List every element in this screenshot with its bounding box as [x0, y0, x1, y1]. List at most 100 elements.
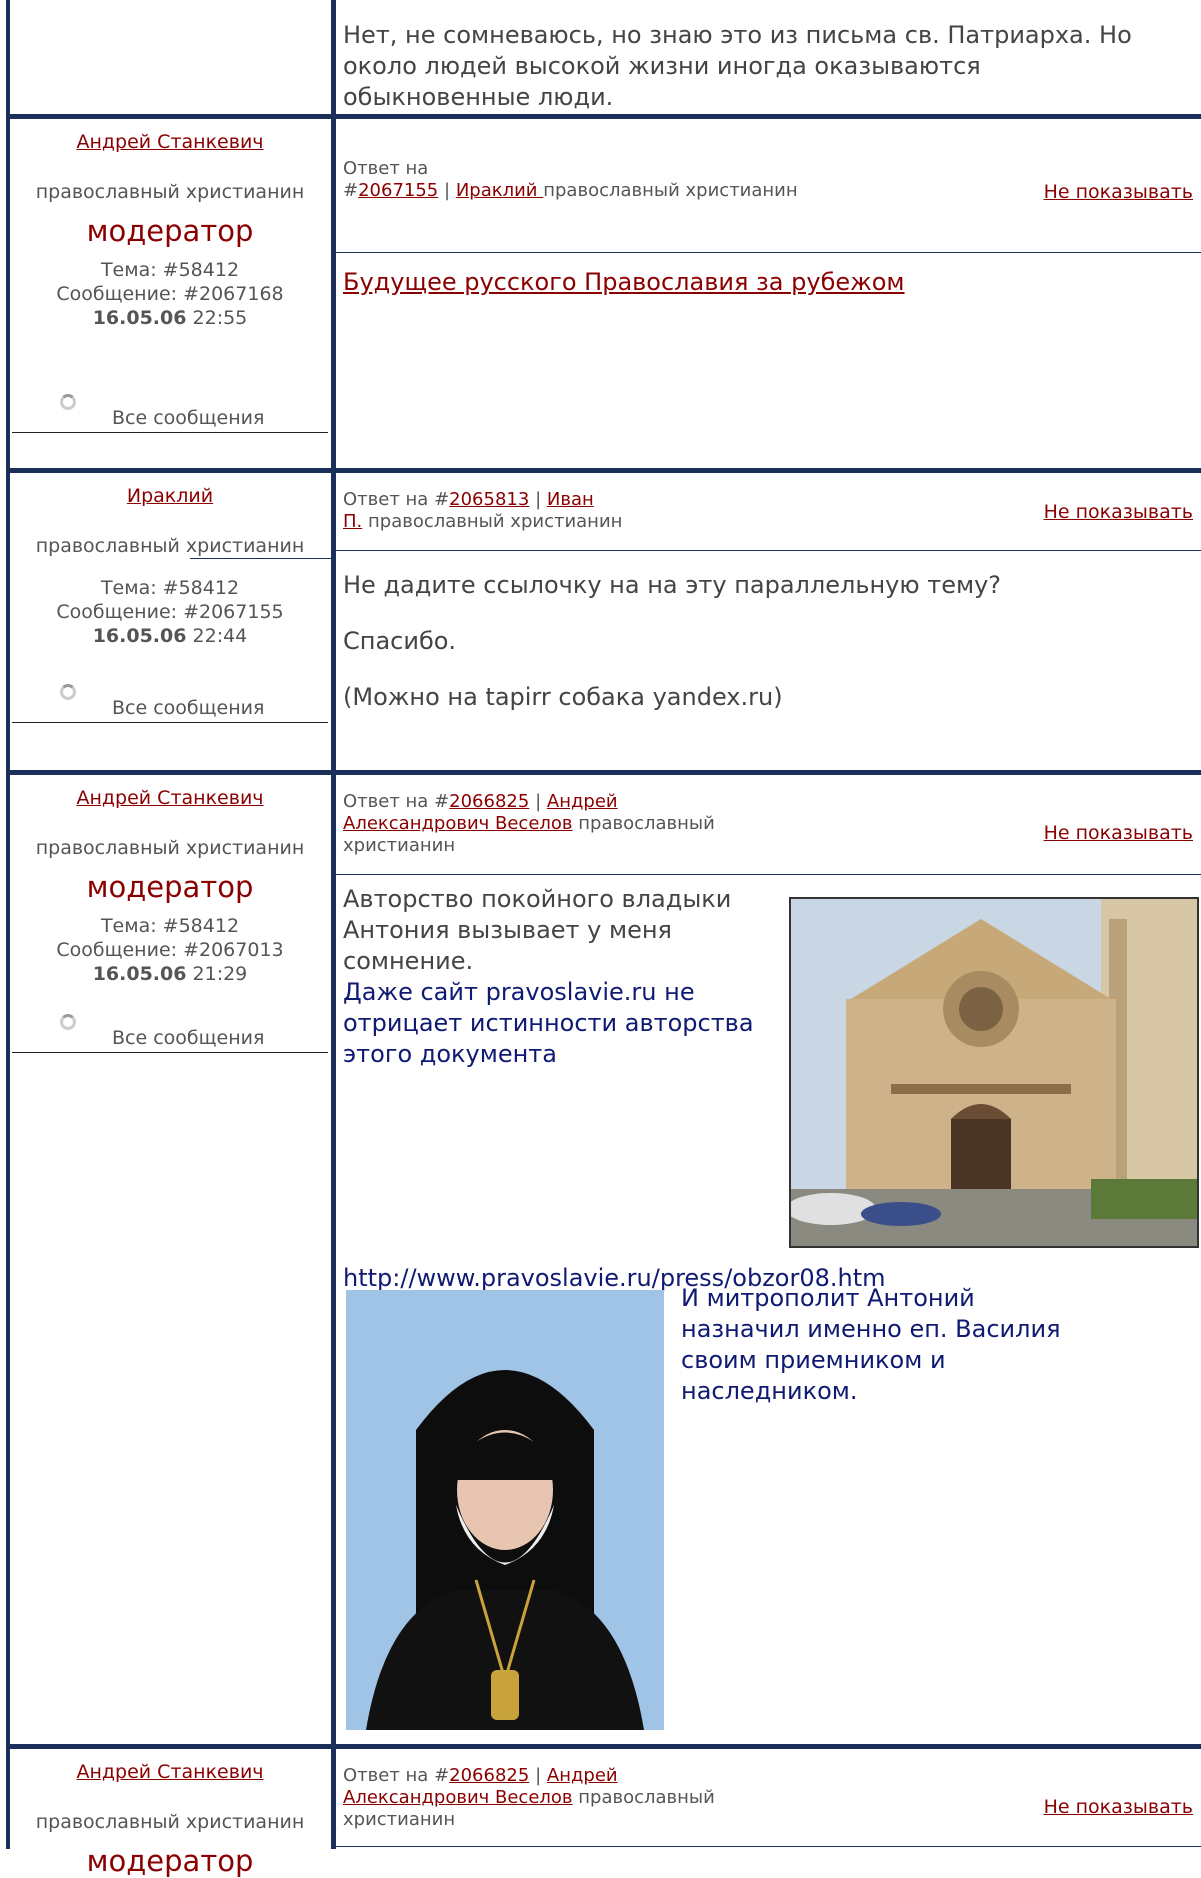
- reply-author-role: православный христианин: [368, 511, 623, 532]
- divider: [12, 722, 328, 723]
- post-date: 16.05.06: [92, 625, 187, 647]
- post-separator: [6, 1744, 1201, 1749]
- answer-text-2: И митрополит Антоний назначил именно еп.…: [681, 1283, 1101, 1407]
- hide-post-link[interactable]: Не показывать: [1044, 181, 1193, 203]
- reply-author-role-cont: христианин: [343, 835, 456, 856]
- author-role: православный христианин: [35, 181, 305, 203]
- post-separator: [6, 770, 1201, 775]
- bishop-photo: [346, 1290, 664, 1730]
- post-time: 22:44: [192, 625, 248, 647]
- post-time: 21:29: [192, 963, 248, 985]
- reply-author-link-cont[interactable]: Александрович Веселов: [343, 1787, 573, 1808]
- post-author-cell: Андрей Станкевич православный христианин…: [12, 780, 328, 986]
- frame-column-divider: [331, 0, 336, 1849]
- reply-separator: |: [444, 180, 451, 201]
- author-link[interactable]: Андрей Станкевич: [12, 786, 328, 810]
- reply-author-link-cont[interactable]: Александрович Веселов: [343, 813, 573, 834]
- post-date: 16.05.06: [92, 963, 187, 985]
- author-role: православный христианин: [35, 837, 305, 859]
- hide-post-link[interactable]: Не показывать: [1044, 501, 1193, 523]
- reply-header: Ответ на #2067155 | Ираклий православный…: [343, 158, 863, 202]
- post-meta: Тема: #58412 Сообщение: #2067155 16.05.0…: [12, 576, 328, 648]
- frame-left-border: [6, 0, 10, 1849]
- all-messages-link[interactable]: Все сообщения: [112, 1027, 264, 1049]
- post-separator: [6, 468, 1201, 473]
- post-body-top: Нет, не сомневаюсь, но знаю это из письм…: [343, 20, 1143, 113]
- reply-author-role: православный: [578, 1787, 715, 1808]
- church-image: [791, 899, 1197, 1246]
- quote-text: Авторство покойного владыки Антония вызы…: [343, 885, 732, 975]
- message-id: Сообщение: #2067155: [56, 601, 284, 623]
- reply-author-link[interactable]: Андрей: [547, 1765, 618, 1786]
- all-messages-link[interactable]: Все сообщения: [112, 407, 264, 429]
- reply-separator: |: [535, 1765, 542, 1786]
- reply-separator: |: [535, 489, 542, 510]
- message-id: Сообщение: #2067168: [56, 283, 284, 305]
- body-line: Спасибо.: [343, 627, 457, 655]
- moderator-badge: модератор: [86, 1844, 254, 1878]
- top-post-text: Нет, не сомневаюсь, но знаю это из письм…: [343, 21, 1132, 111]
- reply-author-link-cont[interactable]: П.: [343, 511, 362, 532]
- reply-author-link[interactable]: Иван: [547, 489, 594, 510]
- post-body: Будущее русского Православия за рубежом: [343, 267, 905, 298]
- answer-text: Даже сайт pravoslavie.ru не отрицает ист…: [343, 978, 754, 1068]
- reply-header: Ответ на #2066825 | Андрей Александрович…: [343, 1765, 863, 1831]
- post-author-cell: Андрей Станкевич православный христианин…: [12, 124, 328, 330]
- reply-prefix: Ответ на: [343, 158, 429, 179]
- reply-to-link[interactable]: 2065813: [449, 489, 529, 510]
- reply-author-role: православный: [578, 813, 715, 834]
- post-author-cell: Ираклий православный христианин Тема: #5…: [12, 478, 328, 648]
- reply-prefix: Ответ на #: [343, 791, 450, 812]
- reply-prefix: Ответ на #: [343, 1765, 450, 1786]
- role-underline: [190, 558, 336, 559]
- reply-author-role: православный христианин: [543, 180, 798, 201]
- post-quote: Авторство покойного владыки Антония вызы…: [343, 884, 783, 1070]
- divider: [12, 432, 328, 433]
- hide-post-link[interactable]: Не показывать: [1044, 1796, 1193, 1818]
- author-role: православный христианин: [35, 535, 305, 557]
- loading-spinner-icon: [60, 394, 76, 410]
- body-line: (Можно на tapirr собака yandex.ru): [343, 683, 783, 711]
- post-time: 22:55: [192, 307, 248, 329]
- reply-to-link[interactable]: 2066825: [449, 1765, 529, 1786]
- header-divider: [336, 1846, 1201, 1847]
- reply-to-link[interactable]: 2067155: [358, 180, 438, 201]
- loading-spinner-icon: [60, 684, 76, 700]
- topic-id: Тема: #58412: [100, 915, 240, 937]
- author-link[interactable]: Андрей Станкевич: [12, 130, 328, 154]
- post-author-cell: Андрей Станкевич православный христианин…: [12, 1754, 328, 1878]
- answer-text: И митрополит Антоний назначил именно еп.…: [681, 1284, 1061, 1405]
- topic-id: Тема: #58412: [100, 577, 240, 599]
- reply-prefix: Ответ на #: [343, 489, 450, 510]
- author-link[interactable]: Андрей Станкевич: [12, 1760, 328, 1784]
- reply-to-link[interactable]: 2066825: [449, 791, 529, 812]
- post-meta: Тема: #58412 Сообщение: #2067168 16.05.0…: [12, 258, 328, 330]
- reply-separator: |: [535, 791, 542, 812]
- all-messages-link[interactable]: Все сообщения: [112, 697, 264, 719]
- moderator-badge: модератор: [86, 214, 254, 248]
- reply-author-link[interactable]: Андрей: [547, 791, 618, 812]
- post-separator: [6, 114, 1201, 119]
- reply-author-link[interactable]: Ираклий: [456, 180, 543, 201]
- header-divider: [336, 874, 1201, 875]
- post-meta: Тема: #58412 Сообщение: #2067013 16.05.0…: [12, 914, 328, 986]
- church-photo: [789, 897, 1199, 1248]
- post-date: 16.05.06: [92, 307, 187, 329]
- reply-author-role-cont: христианин: [343, 1809, 456, 1830]
- article-title-link[interactable]: Будущее русского Православия за рубежом: [343, 268, 905, 296]
- post-body: Не дадите ссылочку на на эту параллельну…: [343, 570, 1163, 713]
- header-divider: [336, 252, 1201, 253]
- header-divider: [336, 550, 1201, 551]
- reply-header: Ответ на #2066825 | Андрей Александрович…: [343, 791, 863, 857]
- author-link[interactable]: Ираклий: [12, 484, 328, 508]
- reply-header: Ответ на #2065813 | Иван П. православный…: [343, 489, 863, 533]
- moderator-badge: модератор: [86, 870, 254, 904]
- divider: [12, 1052, 328, 1053]
- reply-hash: #: [343, 180, 359, 201]
- bishop-image: [346, 1290, 664, 1730]
- body-line: Не дадите ссылочку на на эту параллельну…: [343, 571, 1002, 599]
- loading-spinner-icon: [60, 1014, 76, 1030]
- message-id: Сообщение: #2067013: [56, 939, 284, 961]
- topic-id: Тема: #58412: [100, 259, 240, 281]
- hide-post-link[interactable]: Не показывать: [1044, 822, 1193, 844]
